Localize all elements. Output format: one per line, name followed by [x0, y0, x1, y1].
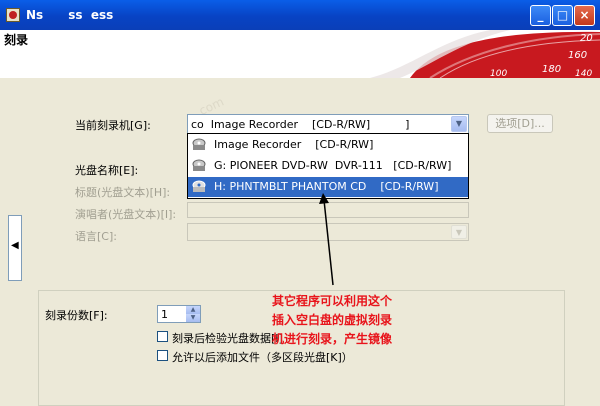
multisession-checkbox-label: 允许以后添加文件（多区段光盘[K]）	[172, 351, 353, 364]
chevron-down-icon: ▼	[451, 225, 467, 239]
drive-icon	[192, 159, 206, 171]
disc-name-label: 光盘名称[E]:	[75, 164, 139, 177]
language-label: 语言[C]:	[75, 230, 117, 243]
drive-icon	[192, 180, 206, 192]
speedometer-art: 20 160 180 140 100	[370, 30, 600, 78]
gauge-number: 20	[580, 33, 593, 44]
drive-icon	[192, 138, 206, 150]
maximize-button[interactable]: □	[552, 5, 573, 26]
recorder-label: 当前刻录机[G]:	[75, 119, 151, 132]
window-title: Ns ss ess	[26, 8, 114, 22]
gauge-number: 160	[568, 50, 587, 61]
title-label: 标题(光盘文本)[H]:	[75, 186, 171, 199]
close-button[interactable]: ×	[574, 5, 595, 26]
minimize-button[interactable]: _	[530, 5, 551, 26]
spin-buttons: ▲ ▼	[186, 306, 200, 322]
dropdown-item-pioneer[interactable]: G: PIONEER DVD-RW DVR-111 [CD-R/RW]	[188, 156, 468, 176]
collapse-panel-tab[interactable]: ◀	[8, 215, 22, 281]
dropdown-item-image-recorder[interactable]: Image Recorder [CD-R/RW]	[188, 135, 468, 155]
annotation-text: 其它程序可以利用这个 插入空白盘的虚拟刻录 机进行刻录，产生镜像	[272, 292, 442, 349]
options-button[interactable]: 选项[D]...	[487, 114, 553, 133]
copies-value: 1	[161, 308, 168, 321]
gauge-number: 180	[542, 64, 561, 75]
multisession-checkbox[interactable]	[157, 350, 168, 361]
annotation-arrow	[319, 193, 334, 286]
gauge-number: 140	[575, 69, 592, 78]
annotation-line: 插入空白盘的虚拟刻录	[272, 313, 393, 327]
nero-burn-window: Ns ss ess _ □ × 刻录 20 160 180 140 100 .c…	[0, 0, 600, 406]
performer-label: 演唱者(光盘文本)[I]:	[75, 208, 177, 221]
arrow-left-icon: ◀	[11, 240, 19, 251]
spin-down-button[interactable]: ▼	[186, 314, 200, 322]
verify-checkbox-label: 刻录后检验光盘数据[I]	[172, 332, 283, 345]
recorder-combobox-value: co Image Recorder [CD-R/RW] ]	[191, 118, 410, 131]
annotation-line: 机进行刻录，产生镜像	[272, 332, 393, 346]
verify-checkbox[interactable]	[157, 331, 168, 342]
title-bar[interactable]: Ns ss ess _ □ ×	[0, 0, 600, 30]
header-banner: 刻录 20 160 180 140 100	[0, 30, 600, 78]
banner-label: 刻录	[4, 33, 29, 47]
recorder-combobox[interactable]: co Image Recorder [CD-R/RW] ] ▼	[187, 114, 469, 134]
spin-up-button[interactable]: ▲	[186, 306, 200, 314]
app-icon	[6, 8, 20, 22]
gauge-number: 100	[490, 69, 507, 78]
copies-stepper[interactable]: 1 ▲ ▼	[157, 305, 201, 323]
annotation-line: 其它程序可以利用这个	[272, 294, 393, 308]
copies-label: 刻录份数[F]:	[45, 309, 108, 322]
dropdown-item-label: G: PIONEER DVD-RW DVR-111 [CD-R/RW]	[214, 159, 452, 172]
dropdown-item-label: Image Recorder [CD-R/RW]	[214, 138, 374, 151]
chevron-down-icon[interactable]: ▼	[451, 116, 467, 132]
